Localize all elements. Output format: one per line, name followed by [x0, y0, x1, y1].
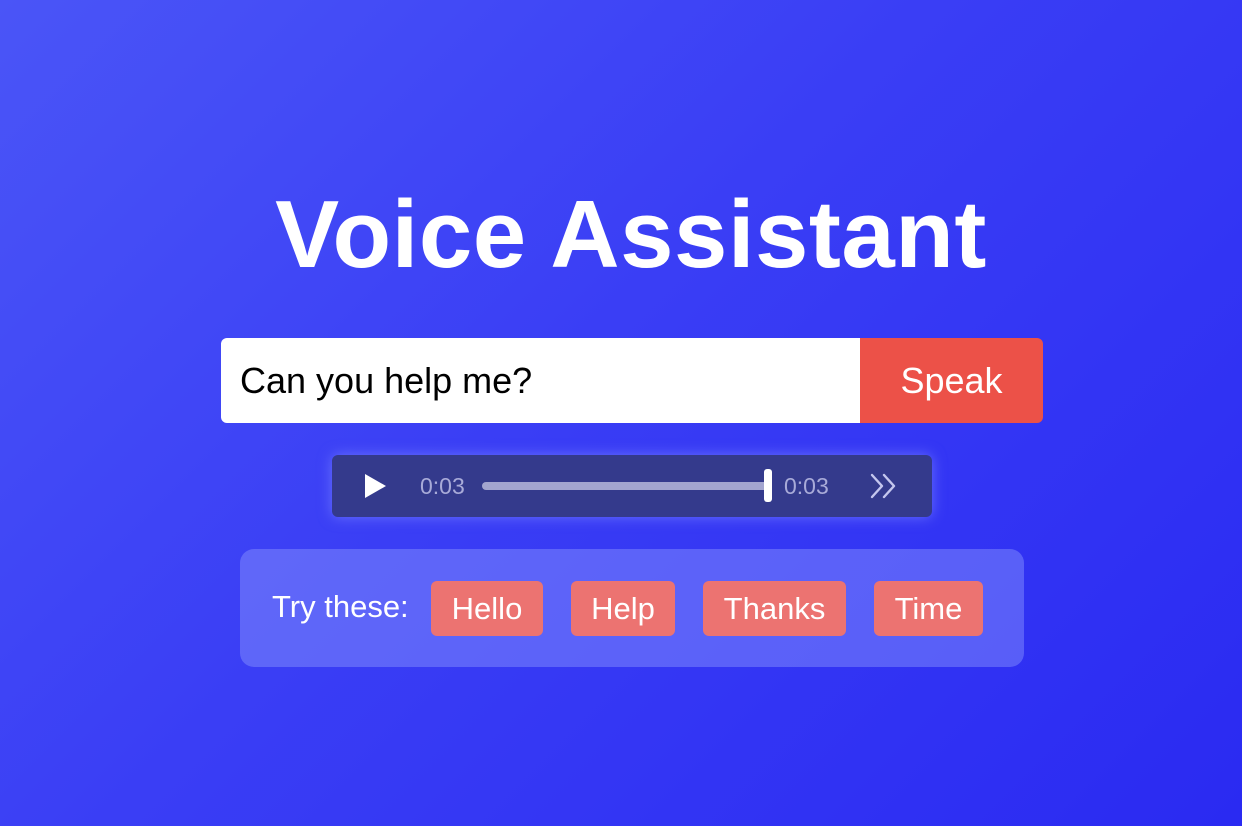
suggestions-panel: Try these: Hello Help Thanks Time	[240, 549, 1024, 667]
speak-button[interactable]: Speak	[860, 338, 1043, 423]
suggestions-label: Try these:	[272, 589, 409, 624]
play-icon[interactable]	[362, 473, 388, 499]
suggestion-chip-time[interactable]: Time	[874, 581, 983, 636]
suggestion-chip-hello[interactable]: Hello	[431, 581, 543, 636]
suggestion-chip-thanks[interactable]: Thanks	[703, 581, 846, 636]
audio-player: 0:03 0:03	[332, 455, 932, 517]
current-time: 0:03	[420, 473, 465, 499]
speech-input-row: Speak	[221, 338, 1043, 423]
audio-progress-track[interactable]	[482, 482, 768, 490]
page-title: Voice Assistant	[275, 181, 987, 288]
total-time: 0:03	[784, 473, 829, 499]
suggestion-chip-help[interactable]: Help	[571, 581, 675, 636]
audio-progress-thumb[interactable]	[764, 469, 772, 502]
speech-text-input[interactable]	[221, 338, 860, 423]
fast-forward-icon[interactable]	[868, 472, 900, 500]
